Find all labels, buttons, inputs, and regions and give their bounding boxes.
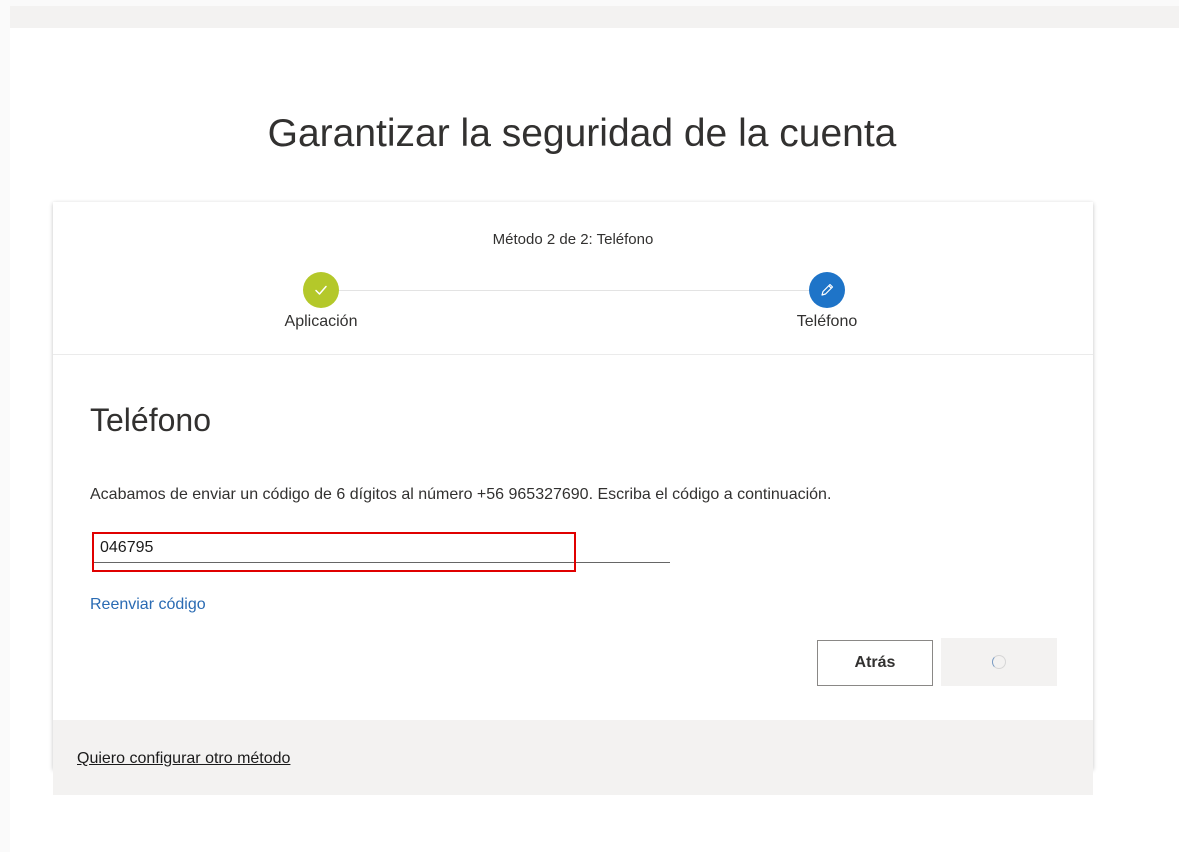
method-progress-caption: Método 2 de 2: Teléfono <box>492 231 654 248</box>
step-label: Teléfono <box>796 313 858 330</box>
resend-code-link[interactable]: Reenviar código <box>90 594 206 616</box>
section-title: Teléfono <box>90 402 211 438</box>
setup-card: Método 2 de 2: Teléfono Aplicación Teléf… <box>53 202 1093 795</box>
check-icon <box>315 285 327 295</box>
other-method-link[interactable]: Quiero configurar otro método <box>77 748 290 770</box>
step-aplicacion: Aplicación <box>241 272 401 332</box>
page-container: Garantizar la seguridad de la cuenta Mét… <box>10 28 1179 852</box>
step-completed-indicator <box>303 272 339 308</box>
step-telefono: Teléfono <box>747 272 907 332</box>
progress-line <box>335 290 815 291</box>
card-footer: Quiero configurar otro método <box>53 720 1093 795</box>
page-title: Garantizar la seguridad de la cuenta <box>267 112 897 155</box>
next-button-loading[interactable] <box>941 638 1057 686</box>
step-label: Aplicación <box>284 313 358 330</box>
instructions-text: Acabamos de enviar un código de 6 dígito… <box>90 486 832 503</box>
loading-spinner-icon <box>992 655 1006 669</box>
verification-code-input[interactable] <box>92 536 670 563</box>
step-current-indicator <box>809 272 845 308</box>
back-button[interactable]: Atrás <box>817 640 933 686</box>
pencil-icon <box>821 283 834 296</box>
header-divider <box>53 354 1093 355</box>
top-bar <box>10 6 1179 28</box>
